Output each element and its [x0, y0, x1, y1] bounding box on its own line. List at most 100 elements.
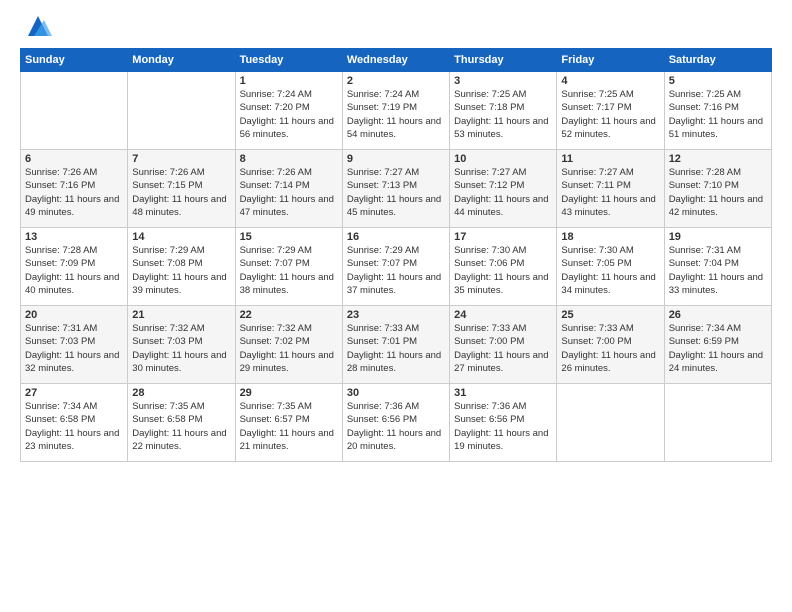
header	[20, 16, 772, 40]
calendar-header-sunday: Sunday	[21, 49, 128, 72]
logo	[20, 16, 52, 40]
day-info: Sunrise: 7:27 AMSunset: 7:11 PMDaylight:…	[561, 166, 659, 219]
day-number: 18	[561, 231, 659, 243]
day-info: Sunrise: 7:25 AMSunset: 7:18 PMDaylight:…	[454, 88, 552, 141]
day-number: 12	[669, 153, 767, 165]
calendar-cell	[557, 384, 664, 462]
day-number: 31	[454, 387, 552, 399]
day-info: Sunrise: 7:33 AMSunset: 7:00 PMDaylight:…	[561, 322, 659, 375]
day-number: 23	[347, 309, 445, 321]
calendar-cell: 26Sunrise: 7:34 AMSunset: 6:59 PMDayligh…	[664, 306, 771, 384]
calendar-header-monday: Monday	[128, 49, 235, 72]
calendar-cell: 7Sunrise: 7:26 AMSunset: 7:15 PMDaylight…	[128, 150, 235, 228]
day-number: 4	[561, 75, 659, 87]
calendar-cell: 23Sunrise: 7:33 AMSunset: 7:01 PMDayligh…	[342, 306, 449, 384]
calendar-cell: 29Sunrise: 7:35 AMSunset: 6:57 PMDayligh…	[235, 384, 342, 462]
day-info: Sunrise: 7:33 AMSunset: 7:00 PMDaylight:…	[454, 322, 552, 375]
logo-icon	[24, 12, 52, 40]
calendar-cell: 30Sunrise: 7:36 AMSunset: 6:56 PMDayligh…	[342, 384, 449, 462]
day-number: 25	[561, 309, 659, 321]
day-info: Sunrise: 7:31 AMSunset: 7:03 PMDaylight:…	[25, 322, 123, 375]
calendar-week-2: 6Sunrise: 7:26 AMSunset: 7:16 PMDaylight…	[21, 150, 772, 228]
calendar-cell: 15Sunrise: 7:29 AMSunset: 7:07 PMDayligh…	[235, 228, 342, 306]
calendar-cell: 27Sunrise: 7:34 AMSunset: 6:58 PMDayligh…	[21, 384, 128, 462]
calendar-header-saturday: Saturday	[664, 49, 771, 72]
day-number: 13	[25, 231, 123, 243]
calendar-cell: 17Sunrise: 7:30 AMSunset: 7:06 PMDayligh…	[450, 228, 557, 306]
calendar-week-3: 13Sunrise: 7:28 AMSunset: 7:09 PMDayligh…	[21, 228, 772, 306]
calendar-header-tuesday: Tuesday	[235, 49, 342, 72]
day-info: Sunrise: 7:26 AMSunset: 7:14 PMDaylight:…	[240, 166, 338, 219]
calendar-cell: 12Sunrise: 7:28 AMSunset: 7:10 PMDayligh…	[664, 150, 771, 228]
calendar-cell: 5Sunrise: 7:25 AMSunset: 7:16 PMDaylight…	[664, 72, 771, 150]
day-info: Sunrise: 7:27 AMSunset: 7:13 PMDaylight:…	[347, 166, 445, 219]
calendar-cell: 25Sunrise: 7:33 AMSunset: 7:00 PMDayligh…	[557, 306, 664, 384]
day-number: 20	[25, 309, 123, 321]
calendar-cell: 13Sunrise: 7:28 AMSunset: 7:09 PMDayligh…	[21, 228, 128, 306]
day-info: Sunrise: 7:28 AMSunset: 7:10 PMDaylight:…	[669, 166, 767, 219]
calendar-cell	[128, 72, 235, 150]
day-number: 21	[132, 309, 230, 321]
calendar-header-row: SundayMondayTuesdayWednesdayThursdayFrid…	[21, 49, 772, 72]
day-info: Sunrise: 7:36 AMSunset: 6:56 PMDaylight:…	[347, 400, 445, 453]
page: SundayMondayTuesdayWednesdayThursdayFrid…	[0, 0, 792, 612]
day-number: 29	[240, 387, 338, 399]
calendar-cell	[664, 384, 771, 462]
day-info: Sunrise: 7:29 AMSunset: 7:07 PMDaylight:…	[347, 244, 445, 297]
calendar-cell: 2Sunrise: 7:24 AMSunset: 7:19 PMDaylight…	[342, 72, 449, 150]
day-info: Sunrise: 7:28 AMSunset: 7:09 PMDaylight:…	[25, 244, 123, 297]
day-info: Sunrise: 7:34 AMSunset: 6:59 PMDaylight:…	[669, 322, 767, 375]
day-number: 22	[240, 309, 338, 321]
day-info: Sunrise: 7:25 AMSunset: 7:17 PMDaylight:…	[561, 88, 659, 141]
day-number: 27	[25, 387, 123, 399]
calendar-cell: 6Sunrise: 7:26 AMSunset: 7:16 PMDaylight…	[21, 150, 128, 228]
day-number: 2	[347, 75, 445, 87]
calendar-cell: 16Sunrise: 7:29 AMSunset: 7:07 PMDayligh…	[342, 228, 449, 306]
calendar-cell: 28Sunrise: 7:35 AMSunset: 6:58 PMDayligh…	[128, 384, 235, 462]
calendar-cell: 8Sunrise: 7:26 AMSunset: 7:14 PMDaylight…	[235, 150, 342, 228]
day-info: Sunrise: 7:35 AMSunset: 6:58 PMDaylight:…	[132, 400, 230, 453]
calendar-cell: 22Sunrise: 7:32 AMSunset: 7:02 PMDayligh…	[235, 306, 342, 384]
calendar-week-5: 27Sunrise: 7:34 AMSunset: 6:58 PMDayligh…	[21, 384, 772, 462]
calendar-week-4: 20Sunrise: 7:31 AMSunset: 7:03 PMDayligh…	[21, 306, 772, 384]
day-info: Sunrise: 7:29 AMSunset: 7:07 PMDaylight:…	[240, 244, 338, 297]
calendar-week-1: 1Sunrise: 7:24 AMSunset: 7:20 PMDaylight…	[21, 72, 772, 150]
day-number: 16	[347, 231, 445, 243]
day-number: 8	[240, 153, 338, 165]
calendar-cell: 14Sunrise: 7:29 AMSunset: 7:08 PMDayligh…	[128, 228, 235, 306]
day-number: 6	[25, 153, 123, 165]
day-info: Sunrise: 7:26 AMSunset: 7:15 PMDaylight:…	[132, 166, 230, 219]
day-number: 1	[240, 75, 338, 87]
calendar-cell: 21Sunrise: 7:32 AMSunset: 7:03 PMDayligh…	[128, 306, 235, 384]
day-info: Sunrise: 7:35 AMSunset: 6:57 PMDaylight:…	[240, 400, 338, 453]
calendar-cell: 31Sunrise: 7:36 AMSunset: 6:56 PMDayligh…	[450, 384, 557, 462]
day-info: Sunrise: 7:24 AMSunset: 7:19 PMDaylight:…	[347, 88, 445, 141]
day-number: 15	[240, 231, 338, 243]
day-info: Sunrise: 7:31 AMSunset: 7:04 PMDaylight:…	[669, 244, 767, 297]
day-number: 30	[347, 387, 445, 399]
day-info: Sunrise: 7:30 AMSunset: 7:06 PMDaylight:…	[454, 244, 552, 297]
calendar-cell	[21, 72, 128, 150]
calendar-cell: 24Sunrise: 7:33 AMSunset: 7:00 PMDayligh…	[450, 306, 557, 384]
calendar-cell: 9Sunrise: 7:27 AMSunset: 7:13 PMDaylight…	[342, 150, 449, 228]
day-number: 19	[669, 231, 767, 243]
day-number: 10	[454, 153, 552, 165]
day-info: Sunrise: 7:27 AMSunset: 7:12 PMDaylight:…	[454, 166, 552, 219]
day-info: Sunrise: 7:32 AMSunset: 7:03 PMDaylight:…	[132, 322, 230, 375]
day-info: Sunrise: 7:30 AMSunset: 7:05 PMDaylight:…	[561, 244, 659, 297]
day-number: 24	[454, 309, 552, 321]
day-info: Sunrise: 7:36 AMSunset: 6:56 PMDaylight:…	[454, 400, 552, 453]
day-info: Sunrise: 7:29 AMSunset: 7:08 PMDaylight:…	[132, 244, 230, 297]
day-number: 17	[454, 231, 552, 243]
day-number: 9	[347, 153, 445, 165]
day-number: 3	[454, 75, 552, 87]
day-number: 5	[669, 75, 767, 87]
calendar-header-wednesday: Wednesday	[342, 49, 449, 72]
day-number: 11	[561, 153, 659, 165]
day-info: Sunrise: 7:34 AMSunset: 6:58 PMDaylight:…	[25, 400, 123, 453]
day-number: 26	[669, 309, 767, 321]
calendar-cell: 11Sunrise: 7:27 AMSunset: 7:11 PMDayligh…	[557, 150, 664, 228]
calendar-cell: 3Sunrise: 7:25 AMSunset: 7:18 PMDaylight…	[450, 72, 557, 150]
calendar-table: SundayMondayTuesdayWednesdayThursdayFrid…	[20, 48, 772, 462]
calendar-cell: 18Sunrise: 7:30 AMSunset: 7:05 PMDayligh…	[557, 228, 664, 306]
